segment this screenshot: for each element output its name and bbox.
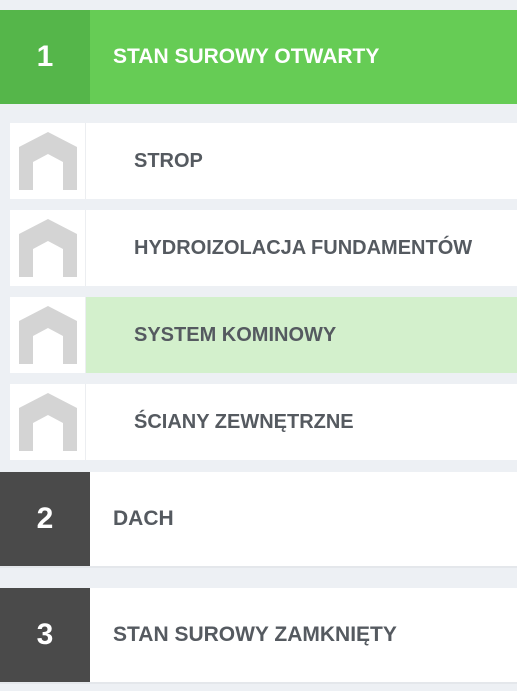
stage-number: 3: [0, 588, 90, 682]
stage-item-label: SYSTEM KOMINOWY: [86, 297, 517, 373]
stage-number: 2: [0, 472, 90, 566]
stage-header-2[interactable]: 2 DACH: [0, 472, 517, 568]
stage-title: STAN SUROWY OTWARTY: [113, 45, 380, 68]
stage-number: 1: [0, 10, 90, 104]
house-placeholder-icon: [10, 297, 86, 373]
stage-item-hydroizolacja[interactable]: HYDROIZOLACJA FUNDAMENTÓW: [10, 210, 517, 286]
stage-title: STAN SUROWY ZAMKNIĘTY: [113, 623, 397, 646]
stage-header-3[interactable]: 3 STAN SUROWY ZAMKNIĘTY: [0, 588, 517, 684]
construction-stages-panel: 1 STAN SUROWY OTWARTY STROP HYDROIZOLACJ…: [0, 0, 517, 691]
house-placeholder-icon: [10, 210, 86, 286]
stage-title: DACH: [113, 507, 174, 530]
stage-item-system-kominowy[interactable]: SYSTEM KOMINOWY: [10, 297, 517, 373]
stage-item-label: HYDROIZOLACJA FUNDAMENTÓW: [134, 236, 473, 259]
stage-item-strop[interactable]: STROP: [10, 123, 517, 199]
stage-item-sciany-zewnetrzne[interactable]: ŚCIANY ZEWNĘTRZNE: [10, 384, 517, 460]
house-placeholder-icon: [10, 123, 86, 199]
house-placeholder-icon: [10, 384, 86, 460]
stage-item-label: ŚCIANY ZEWNĘTRZNE: [134, 410, 354, 433]
stage-header-1[interactable]: 1 STAN SUROWY OTWARTY: [0, 10, 517, 104]
stage-item-label: STROP: [134, 149, 203, 172]
